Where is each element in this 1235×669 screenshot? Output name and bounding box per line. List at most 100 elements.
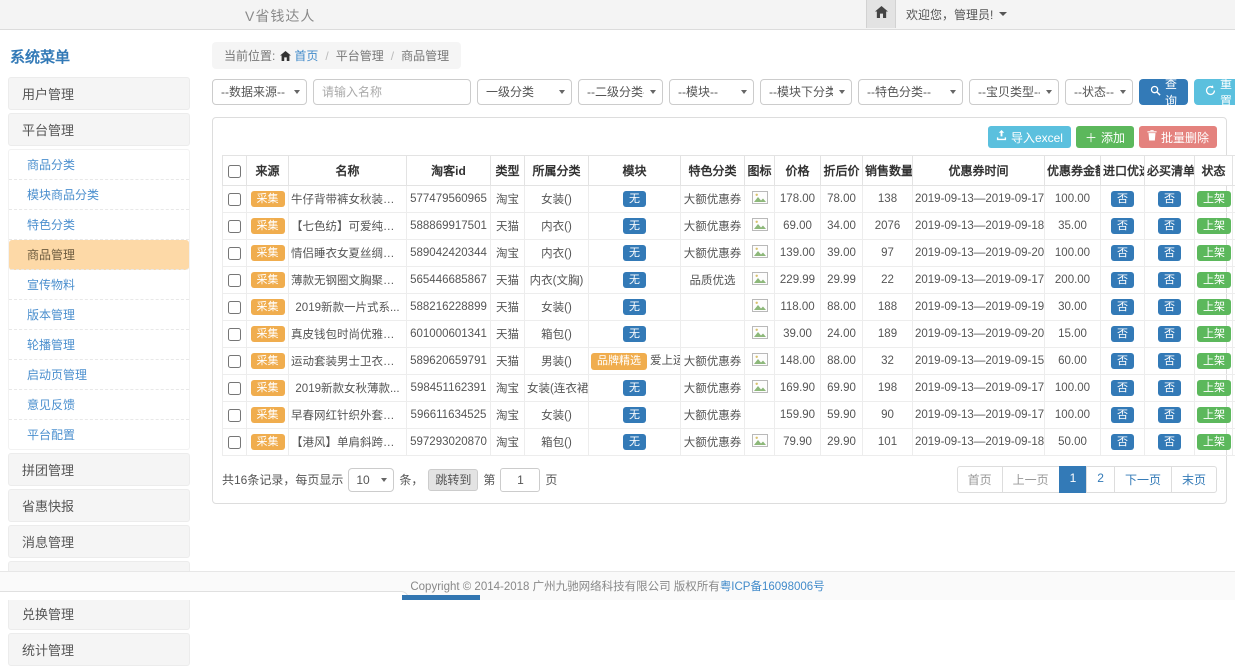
sidebar-subitem[interactable]: 宣传物料 [9, 270, 189, 300]
import-select-badge[interactable]: 否 [1111, 218, 1134, 235]
filter-select[interactable]: --宝贝类型-- [969, 79, 1059, 105]
home-button[interactable] [866, 0, 896, 28]
must-buy-badge[interactable]: 否 [1158, 299, 1181, 316]
status-badge[interactable]: 上架 [1197, 326, 1231, 343]
row-checkbox[interactable] [228, 247, 241, 260]
source-badge: 采集 [251, 191, 285, 208]
must-buy-badge[interactable]: 否 [1158, 245, 1181, 262]
must-buy-badge[interactable]: 否 [1158, 434, 1181, 451]
page-button[interactable]: 上一页 [1002, 466, 1060, 493]
row-checkbox[interactable] [228, 193, 241, 206]
must-buy-badge[interactable]: 否 [1158, 272, 1181, 289]
must-buy-badge[interactable]: 否 [1158, 380, 1181, 397]
sidebar-group-item[interactable]: 平台管理 [8, 113, 190, 146]
import-select-badge[interactable]: 否 [1111, 191, 1134, 208]
import-select-badge[interactable]: 否 [1111, 299, 1134, 316]
must-buy-badge[interactable]: 否 [1158, 407, 1181, 424]
import-select-badge[interactable]: 否 [1111, 353, 1134, 370]
row-checkbox[interactable] [228, 409, 241, 422]
sidebar-group-item[interactable]: 统计管理 [8, 633, 190, 666]
import-select-badge[interactable]: 否 [1111, 380, 1134, 397]
status-badge[interactable]: 上架 [1197, 218, 1231, 235]
sidebar-submenu: 商品分类模块商品分类特色分类商品管理宣传物料版本管理轮播管理启动页管理意见反馈平… [8, 149, 190, 450]
row-checkbox[interactable] [228, 382, 241, 395]
row-checkbox[interactable] [228, 301, 241, 314]
sidebar-subitem[interactable]: 商品管理 [9, 240, 189, 270]
must-buy-badge[interactable]: 否 [1158, 191, 1181, 208]
sidebar-subitem[interactable]: 商品分类 [9, 150, 189, 180]
sidebar-group-item[interactable]: 消息管理 [8, 525, 190, 558]
status-badge[interactable]: 上架 [1197, 272, 1231, 289]
row-checkbox[interactable] [228, 355, 241, 368]
breadcrumb-home-link[interactable]: 首页 [280, 47, 318, 64]
name-search-input[interactable] [313, 79, 471, 105]
page-button[interactable]: 末页 [1171, 466, 1217, 493]
bulk-delete-button[interactable]: 批量删除 [1139, 126, 1217, 148]
status-badge[interactable]: 上架 [1197, 299, 1231, 316]
page-button[interactable]: 1 [1059, 466, 1088, 493]
row-checkbox[interactable] [228, 436, 241, 449]
filter-select[interactable]: 一级分类 [477, 79, 572, 105]
import-select-badge[interactable]: 否 [1111, 326, 1134, 343]
filter-select[interactable]: --状态-- [1065, 79, 1133, 105]
sidebar-subitem[interactable]: 特色分类 [9, 210, 189, 240]
import-excel-button[interactable]: 导入excel [988, 126, 1071, 148]
cell-icon [745, 240, 775, 267]
cell-special-category [681, 321, 745, 348]
filter-select-wrap: --模块下分类-- [760, 79, 852, 105]
sidebar-group-item[interactable]: 用户管理 [8, 77, 190, 110]
cell-name: 早春网红针织外套女春... [289, 402, 407, 429]
filter-select[interactable]: --模块下分类-- [760, 79, 852, 105]
add-button[interactable]: ＋ 添加 [1076, 126, 1134, 148]
cell-special-category: 大额优惠券 [681, 186, 745, 213]
import-select-badge[interactable]: 否 [1111, 245, 1134, 262]
home-icon [875, 5, 888, 23]
status-badge[interactable]: 上架 [1197, 380, 1231, 397]
table-panel: 导入excel ＋ 添加 批量删除 [212, 117, 1227, 504]
import-select-badge[interactable]: 否 [1111, 434, 1134, 451]
filter-select[interactable]: --特色分类-- [858, 79, 963, 105]
must-buy-badge[interactable]: 否 [1158, 326, 1181, 343]
row-checkbox[interactable] [228, 328, 241, 341]
query-button[interactable]: 查询 [1139, 79, 1188, 105]
filter-select[interactable]: --二级分类-- [578, 79, 663, 105]
status-badge[interactable]: 上架 [1197, 407, 1231, 424]
status-badge[interactable]: 上架 [1197, 191, 1231, 208]
sidebar-subitem[interactable]: 模块商品分类 [9, 180, 189, 210]
sidebar-subitem[interactable]: 意见反馈 [9, 390, 189, 420]
filter-select[interactable]: --模块-- [669, 79, 754, 105]
row-checkbox[interactable] [228, 274, 241, 287]
page-button[interactable]: 2 [1086, 466, 1115, 493]
page-button[interactable]: 首页 [957, 466, 1003, 493]
sidebar-subitem[interactable]: 启动页管理 [9, 360, 189, 390]
jump-page-input[interactable] [500, 468, 540, 492]
column-header: 名称 [289, 156, 407, 186]
sidebar-subitem[interactable]: 平台配置 [9, 420, 189, 449]
sidebar-subitem[interactable]: 轮播管理 [9, 330, 189, 360]
import-select-badge[interactable]: 否 [1111, 407, 1134, 424]
icp-link[interactable]: 粤ICP备16098006号 [720, 578, 825, 594]
sidebar-subitem[interactable]: 版本管理 [9, 300, 189, 330]
status-badge[interactable]: 上架 [1197, 434, 1231, 451]
must-buy-badge[interactable]: 否 [1158, 218, 1181, 235]
cell-module: 无 [589, 213, 681, 240]
cell-coupon-time: 2019-09-13—2019-09-17 [913, 186, 1045, 213]
filter-select[interactable]: --数据来源-- [212, 79, 307, 105]
user-menu[interactable]: 欢迎您，管理员! [906, 0, 1007, 28]
row-checkbox[interactable] [228, 220, 241, 233]
status-badge[interactable]: 上架 [1197, 245, 1231, 262]
cell-import-select-badge: 否 [1101, 321, 1145, 348]
select-all-checkbox[interactable] [228, 165, 241, 178]
status-badge[interactable]: 上架 [1197, 353, 1231, 370]
jump-button[interactable]: 跳转到 [428, 469, 478, 491]
per-page-select[interactable]: 10 [348, 468, 394, 492]
page-button[interactable]: 下一页 [1114, 466, 1172, 493]
sidebar-group-item[interactable]: 兑换管理 [8, 597, 190, 630]
thumbnail-icon [752, 222, 768, 234]
column-header: 销售数量 [863, 156, 913, 186]
reset-button[interactable]: 重置 [1194, 79, 1235, 105]
sidebar-group-item[interactable]: 拼团管理 [8, 453, 190, 486]
must-buy-badge[interactable]: 否 [1158, 353, 1181, 370]
sidebar-group-item[interactable]: 省惠快报 [8, 489, 190, 522]
import-select-badge[interactable]: 否 [1111, 272, 1134, 289]
